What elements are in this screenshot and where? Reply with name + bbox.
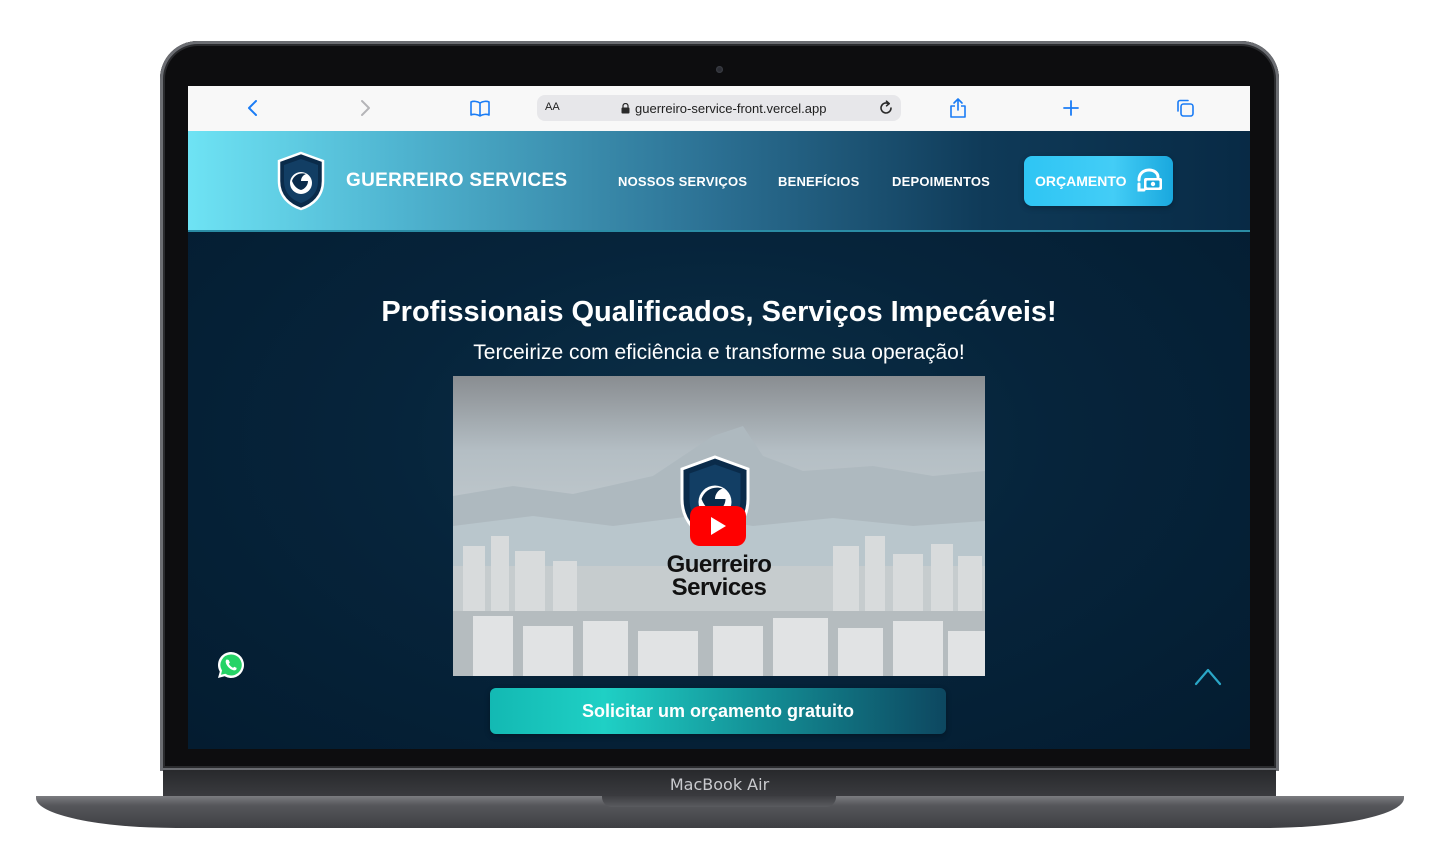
laptop-hinge: MacBook Air — [163, 770, 1276, 798]
camera — [716, 66, 723, 73]
hero-title: Profissionais Qualificados, Serviços Imp… — [381, 296, 1057, 328]
whatsapp-icon[interactable] — [216, 650, 246, 680]
browser-toolbar: AA guerreiro-service-front.vercel.app — [188, 86, 1250, 132]
laptop-notch — [602, 796, 836, 807]
video-player[interactable]: Guerreiro Services — [453, 376, 985, 676]
device-label: MacBook Air — [669, 775, 770, 794]
url-field[interactable]: guerreiro-service-front.vercel.app — [621, 101, 826, 116]
brand-name[interactable]: GUERREIRO SERVICES — [346, 170, 568, 192]
nav-nossos-servicos[interactable]: NOSSOS SERVIÇOS — [618, 174, 747, 189]
back-icon[interactable] — [242, 97, 264, 119]
tabs-icon[interactable] — [1174, 97, 1196, 119]
orcamento-label: ORÇAMENTO — [1035, 173, 1127, 189]
orcamento-button[interactable]: ORÇAMENTO — [1024, 156, 1173, 206]
scroll-to-top-icon[interactable] — [1192, 664, 1224, 688]
bookmarks-icon[interactable] — [469, 97, 491, 119]
shield-logo-icon[interactable] — [275, 151, 327, 211]
screen: AA guerreiro-service-front.vercel.app GU… — [188, 86, 1250, 749]
request-quote-button[interactable]: Solicitar um orçamento gratuito — [490, 688, 946, 734]
text-size-button[interactable]: AA — [545, 101, 560, 113]
site-header: GUERREIRO SERVICES NOSSOS SERVIÇOS BENEF… — [188, 131, 1250, 232]
lock-icon — [621, 103, 630, 114]
new-tab-icon[interactable] — [1060, 97, 1082, 119]
nav-depoimentos[interactable]: DEPOIMENTOS — [892, 174, 990, 189]
address-bar[interactable]: AA guerreiro-service-front.vercel.app — [537, 95, 901, 121]
hero-section: Profissionais Qualificados, Serviços Imp… — [188, 232, 1250, 749]
hero-subtitle: Terceirize com eficiência e transforme s… — [473, 341, 965, 364]
video-logo-line2: Services — [671, 574, 767, 601]
share-icon[interactable] — [947, 97, 969, 119]
reload-icon[interactable] — [877, 99, 895, 117]
forward-icon[interactable] — [354, 97, 376, 119]
url-text: guerreiro-service-front.vercel.app — [635, 101, 827, 116]
nav-beneficios[interactable]: BENEFÍCIOS — [778, 174, 859, 189]
money-hand-icon — [1137, 168, 1162, 192]
youtube-play-icon[interactable] — [690, 506, 746, 546]
